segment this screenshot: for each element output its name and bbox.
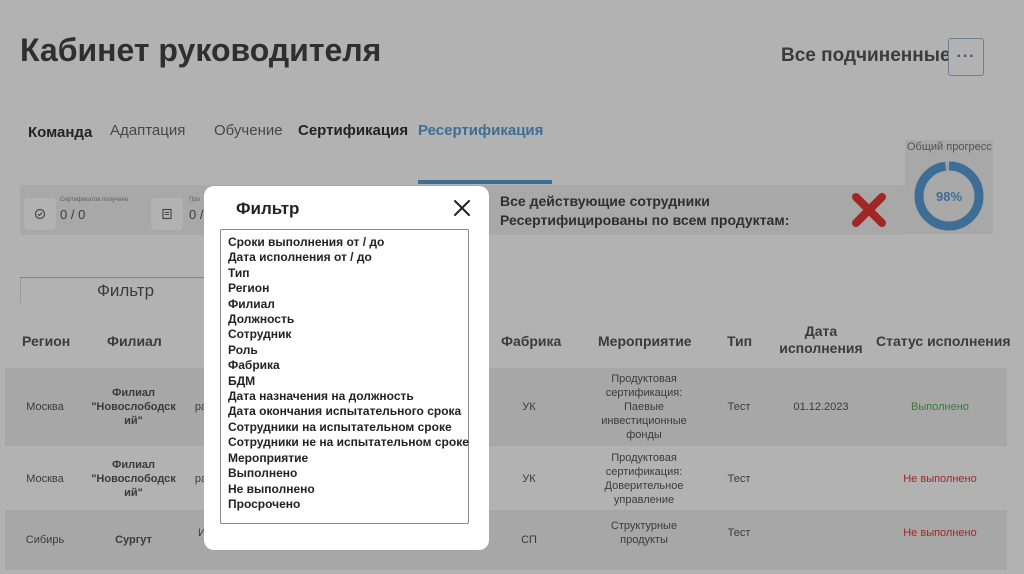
modal-title: Фильтр — [236, 199, 300, 218]
filter-modal: Фильтр Сроки выполнения от / до Дата испо… — [204, 186, 489, 550]
filter-option[interactable]: Просрочено — [228, 497, 468, 512]
filter-option[interactable]: Филиал — [228, 297, 468, 312]
filter-option[interactable]: Выполнено — [228, 466, 468, 481]
filter-option[interactable]: Не выполнено — [228, 482, 468, 497]
filter-option[interactable]: Дата назначения на должность — [228, 389, 468, 404]
filter-option[interactable]: БДМ — [228, 374, 468, 389]
filter-option[interactable]: Дата окончания испытательного срока — [228, 404, 468, 419]
filter-option[interactable]: Тип — [228, 266, 468, 281]
filter-option[interactable]: Мероприятие — [228, 451, 468, 466]
filter-option[interactable]: Дата исполнения от / до — [228, 250, 468, 265]
filter-option[interactable]: Фабрика — [228, 358, 468, 373]
close-icon[interactable] — [452, 198, 472, 218]
filter-option[interactable]: Должность — [228, 312, 468, 327]
filter-option[interactable]: Сотрудники не на испытательном сроке — [228, 435, 469, 450]
filter-option[interactable]: Сотрудники на испытательном сроке — [228, 420, 468, 435]
filter-options-list[interactable]: Сроки выполнения от / до Дата исполнения … — [220, 229, 469, 524]
filter-option[interactable]: Сотрудник — [228, 327, 468, 342]
filter-option[interactable]: Регион — [228, 281, 468, 296]
filter-option[interactable]: Сроки выполнения от / до — [228, 235, 468, 250]
filter-option[interactable]: Роль — [228, 343, 468, 358]
modal-backdrop[interactable] — [0, 0, 1024, 574]
